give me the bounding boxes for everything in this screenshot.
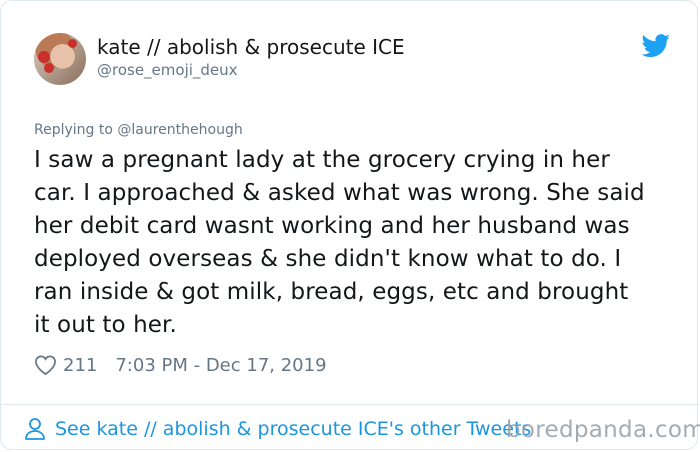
- like-count[interactable]: 211: [63, 355, 97, 376]
- author-name[interactable]: kate // abolish & prosecute ICE: [97, 35, 405, 59]
- timestamp[interactable]: 7:03 PM - Dec 17, 2019: [115, 355, 326, 376]
- avatar[interactable]: [34, 33, 86, 85]
- divider: [1, 404, 699, 405]
- tweet-text: I saw a pregnant lady at the grocery cry…: [34, 147, 645, 338]
- replying-to[interactable]: Replying to @laurenthehough: [34, 122, 243, 138]
- other-tweets-link[interactable]: See kate // abolish & prosecute ICE's ot…: [24, 414, 531, 444]
- watermark: boredpanda.com: [506, 417, 700, 443]
- heart-icon[interactable]: [34, 354, 57, 376]
- tweet-card: kate // abolish & prosecute ICE @rose_em…: [0, 0, 700, 450]
- tweet-meta: 211 7:03 PM - Dec 17, 2019: [34, 350, 327, 380]
- person-icon: [25, 418, 45, 440]
- twitter-bird-icon[interactable]: [641, 34, 671, 58]
- author-handle[interactable]: @rose_emoji_deux: [97, 61, 238, 79]
- other-tweets-label[interactable]: See kate // abolish & prosecute ICE's ot…: [55, 418, 531, 440]
